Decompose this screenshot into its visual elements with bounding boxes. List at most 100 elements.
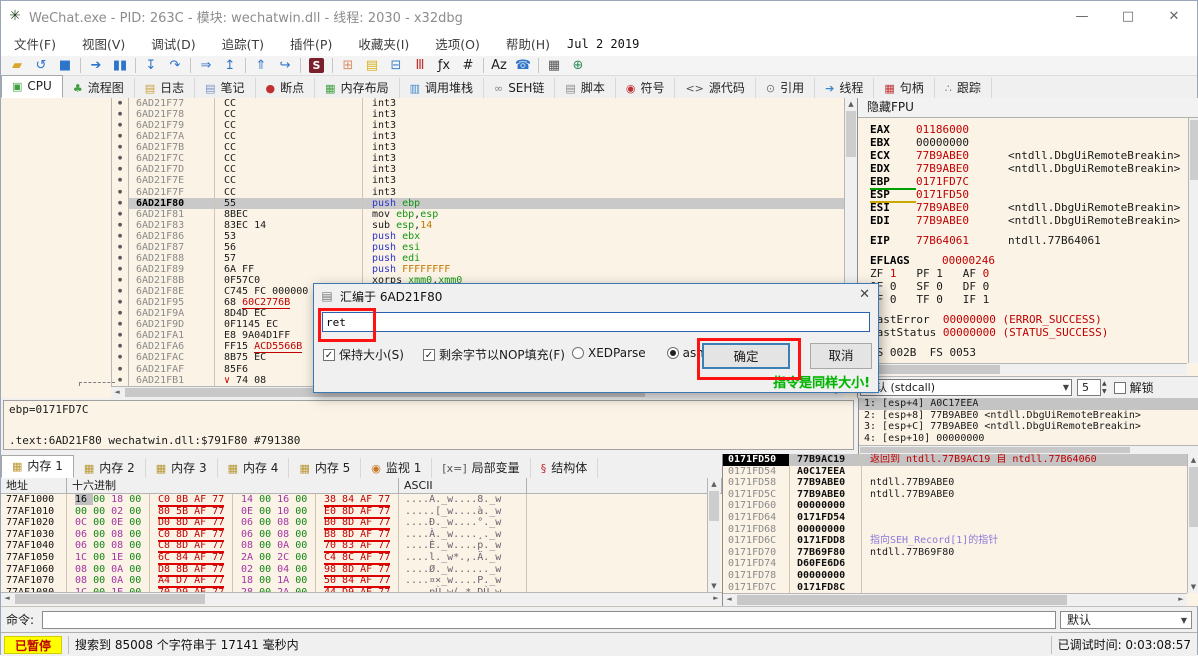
scroll-thumb[interactable] — [15, 594, 205, 604]
disasm-row[interactable]: ●6AD21F8653push ebx — [1, 231, 845, 242]
tab-seh[interactable]: ∞SEH链 — [484, 78, 555, 98]
bottom-tab-mem5[interactable]: ▦内存 5 — [289, 458, 361, 478]
breakpoint-dot[interactable]: ● — [111, 175, 129, 186]
disasm-row[interactable]: ●6AD21F7ACCint3 — [1, 131, 845, 142]
menu-item[interactable]: 帮助(H) — [493, 34, 563, 53]
maximize-button[interactable]: □ — [1105, 9, 1151, 24]
scroll-right-icon[interactable]: ► — [1175, 594, 1187, 606]
breakpoint-dot[interactable]: ● — [111, 242, 129, 253]
stack-row[interactable]: 0171FD7077B69F80ntdll.77B69F80 — [723, 547, 1187, 559]
breakpoint-dot[interactable]: ● — [111, 209, 129, 220]
memory-row[interactable]: 77AF106008 00 0A 00D8 8B AF 7702 00 04 0… — [1, 564, 707, 576]
case-icon[interactable]: Az — [487, 57, 511, 74]
tab-cpu[interactable]: ▣CPU — [1, 75, 63, 98]
menu-item[interactable]: 视图(V) — [69, 34, 138, 53]
hash-icon[interactable]: # — [456, 57, 480, 74]
close-button[interactable]: ✕ — [1151, 9, 1197, 24]
breakpoint-dot[interactable]: ● — [111, 319, 129, 330]
tab-log[interactable]: ▤日志 — [135, 78, 195, 98]
stack-row[interactable]: 0171FD74D60FE6D6 — [723, 558, 1187, 570]
ok-button[interactable]: 确定 — [702, 343, 790, 369]
scroll-thumb[interactable] — [737, 595, 1067, 605]
disasm-row[interactable]: ●6AD21F78CCint3 — [1, 109, 845, 120]
command-input[interactable] — [42, 611, 1056, 629]
stack-arg-row[interactable]: 3: [esp+C] 77B9ABE0 <ntdll.DbgUiRemoteBr… — [859, 421, 1198, 433]
restart-icon[interactable]: ↺ — [29, 57, 53, 74]
breakpoint-dot[interactable]: ● — [111, 187, 129, 198]
menu-item[interactable]: 选项(O) — [422, 34, 493, 53]
notify-icon[interactable]: ☎ — [511, 57, 535, 74]
memory-row[interactable]: 77AF101000 00 02 0080 5B AF 770E 00 10 0… — [1, 506, 707, 518]
stack-vscrollbar[interactable]: ▲ ▼ — [1187, 454, 1198, 593]
disasm-row[interactable]: ●6AD21F818BECmov ebp,esp — [1, 209, 845, 220]
breakpoint-dot[interactable]: ● — [111, 131, 129, 142]
tab-trace[interactable]: ∴跟踪 — [935, 78, 992, 98]
breakpoint-dot[interactable]: ● — [111, 375, 129, 386]
nop-pad-checkbox[interactable]: ✓剩余字节以NOP填充(F) — [423, 346, 565, 363]
scroll-right-icon[interactable]: ► — [710, 593, 722, 605]
run-to-user-code-icon[interactable]: ↪ — [273, 57, 297, 74]
spinner-arrows[interactable]: ▲▼ — [1102, 380, 1107, 396]
breakpoint-dot[interactable]: ● — [111, 153, 129, 164]
disasm-row[interactable]: ●6AD21F7ECCint3 — [1, 175, 845, 186]
bottom-tab-mem3[interactable]: ▦内存 3 — [146, 458, 218, 478]
xedparse-radio[interactable]: XEDParse — [572, 346, 646, 360]
disasm-row[interactable]: ●6AD21F79CCint3 — [1, 120, 845, 131]
disasm-row[interactable]: ●6AD21F7DCCint3 — [1, 164, 845, 175]
registers-vscrollbar[interactable] — [1188, 118, 1198, 363]
patch-icon[interactable]: ⊞ — [336, 57, 360, 74]
scroll-thumb[interactable] — [1189, 467, 1198, 527]
stack-arg-row[interactable]: 2: [esp+8] 77B9ABE0 <ntdll.DbgUiRemoteBr… — [859, 410, 1198, 422]
register-row[interactable]: EDI77B9ABE0<ntdll.DbgUiRemoteBreakin> — [870, 214, 1187, 227]
breakpoint-dot[interactable]: ● — [111, 120, 129, 131]
scroll-thumb[interactable] — [709, 491, 719, 521]
scroll-left-icon[interactable]: ◄ — [1, 593, 13, 605]
breakpoint-dot[interactable]: ● — [111, 253, 129, 264]
calculator-icon[interactable]: ▦ — [542, 57, 566, 74]
scroll-left-icon[interactable]: ◄ — [723, 594, 735, 606]
stack-row[interactable]: 0171FD6C0171FDD8指向SEH_Record[1]的指针 — [723, 535, 1187, 547]
scroll-up-icon[interactable]: ▲ — [1188, 456, 1198, 464]
memory-row[interactable]: 77AF107008 00 0A 00A4 D7 AF 7718 00 1A 0… — [1, 575, 707, 587]
breakpoint-dot[interactable]: ● — [111, 297, 129, 308]
menu-item[interactable]: 调试(D) — [138, 34, 208, 53]
pause-icon[interactable]: ▮▮ — [108, 57, 132, 74]
calling-convention-dropdown[interactable]: 默认 (stdcall) ▼ — [860, 379, 1072, 396]
disasm-row[interactable]: ●6AD21F8756push esi — [1, 242, 845, 253]
register-row[interactable]: LastStatus 00000000 (STATUS_SUCCESS) — [870, 326, 1187, 339]
scroll-up-icon[interactable]: ▲ — [708, 480, 720, 488]
assemble-input[interactable] — [322, 312, 870, 332]
favourites-icon[interactable]: Ⅲ — [408, 57, 432, 74]
scroll-down-icon[interactable]: ▼ — [1188, 583, 1198, 591]
arg-count-spinner[interactable]: 5 — [1077, 379, 1101, 396]
breakpoint-dot[interactable]: ● — [111, 98, 129, 109]
menu-item[interactable]: 追踪(T) — [209, 34, 277, 53]
stack-arg-row[interactable]: 1: [esp+4] A0C17EEA — [859, 398, 1198, 410]
stack-row[interactable]: 0171FD6000000000 — [723, 500, 1187, 512]
register-row[interactable]: ECX77B9ABE0<ntdll.DbgUiRemoteBreakin> — [870, 149, 1187, 162]
globe-icon[interactable]: ⊕ — [566, 57, 590, 74]
execute-till-return-icon[interactable]: ⇒ — [194, 57, 218, 74]
breakpoint-dot[interactable]: ● — [111, 264, 129, 275]
stack-row[interactable]: 0171FD5077B9AC19返回到 ntdll.77B9AC19 自 ntd… — [723, 454, 1187, 466]
breakpoint-dot[interactable]: ● — [111, 341, 129, 352]
memory-hscrollbar[interactable]: ◄ ► — [1, 592, 722, 605]
cancel-button[interactable]: 取消 — [810, 343, 872, 369]
tab-memmap[interactable]: ▦内存布局 — [315, 78, 399, 98]
breakpoint-dot[interactable]: ● — [111, 164, 129, 175]
breakpoint-dot[interactable]: ● — [111, 109, 129, 120]
command-profile-dropdown[interactable]: 默认 ▼ — [1060, 611, 1192, 629]
stack-row[interactable]: 0171FD5C77B9ABE0ntdll.77B9ABE0 — [723, 489, 1187, 501]
breakpoint-dot[interactable]: ● — [111, 364, 129, 375]
bottom-tab-mem4[interactable]: ▦内存 4 — [218, 458, 290, 478]
scroll-thumb[interactable] — [860, 447, 1130, 453]
breakpoint-dot[interactable]: ● — [111, 352, 129, 363]
disasm-row[interactable]: ●6AD21F896A FFpush FFFFFFFF — [1, 264, 845, 275]
breakpoint-dot[interactable]: ● — [111, 220, 129, 231]
fx-icon[interactable]: ƒx — [432, 57, 456, 74]
disasm-row[interactable]: ●6AD21F7FCCint3 — [1, 187, 845, 198]
disasm-row[interactable]: ●6AD21F7BCCint3 — [1, 142, 845, 153]
scroll-thumb[interactable] — [1190, 120, 1198, 180]
register-row[interactable]: EDX77B9ABE0<ntdll.DbgUiRemoteBreakin> — [870, 162, 1187, 175]
tab-handles[interactable]: ▦句柄 — [874, 78, 934, 98]
